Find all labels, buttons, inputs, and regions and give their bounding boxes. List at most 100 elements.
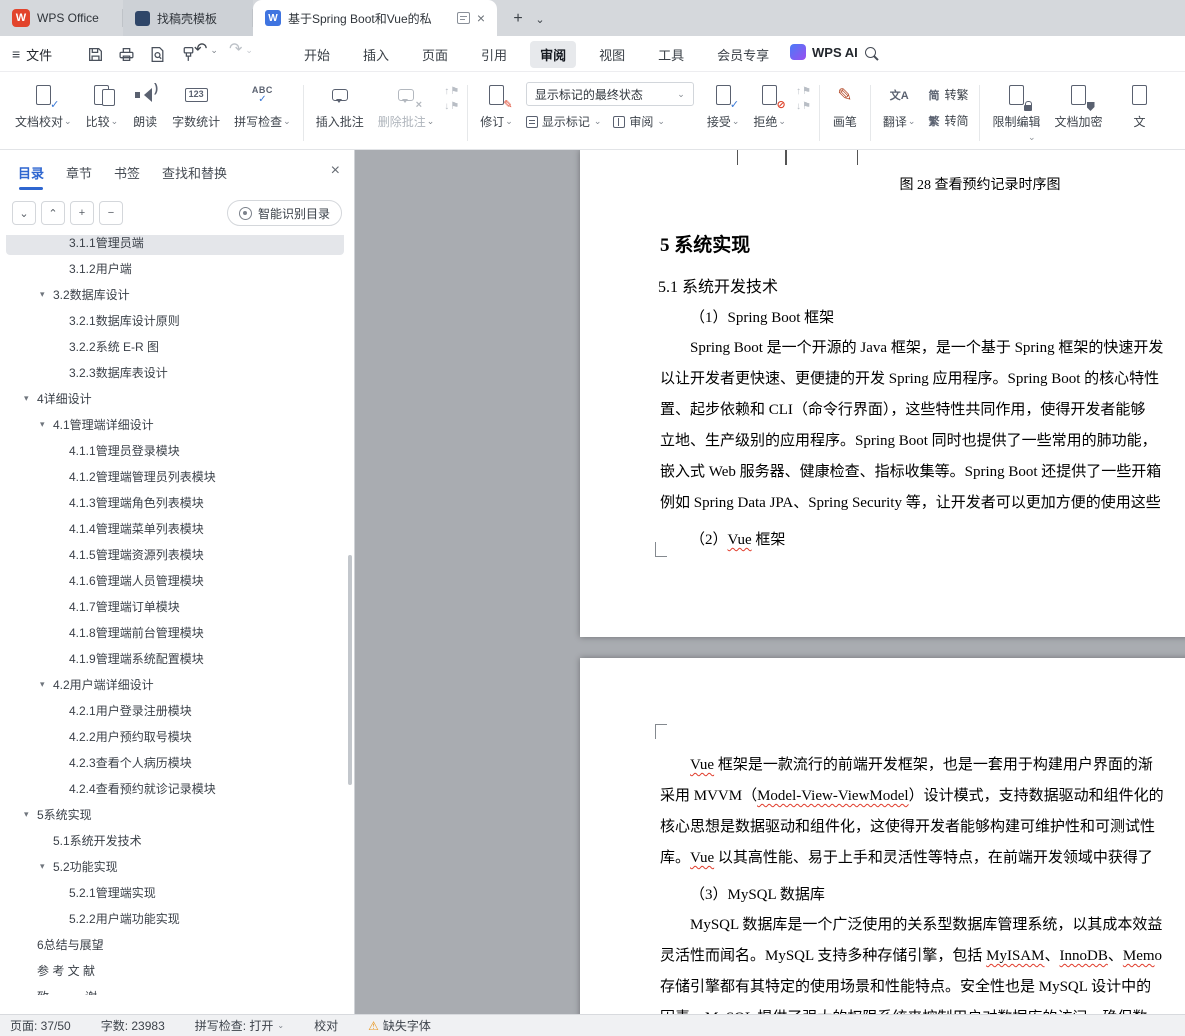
collapse-all-button[interactable]: ⌃ [41, 201, 65, 225]
sidebar-tab-catalog[interactable]: 目录 [18, 163, 44, 190]
menu-tab-view[interactable]: 视图 [589, 41, 635, 68]
toc-item[interactable]: 4.1.3管理端角色列表模块 [6, 489, 344, 515]
zoom-in-level-button[interactable]: + [70, 201, 94, 225]
close-tab-icon[interactable]: × [477, 11, 485, 25]
review-pane-button[interactable]: 审阅 ⌄ [613, 113, 665, 130]
toc-item[interactable]: 致 谢 [6, 983, 344, 996]
document-page-38[interactable]: Vue 框架是一款流行的前端开发框架，也是一套用于构建用户界面的渐 采用 MVVM… [580, 658, 1185, 1014]
sidebar-tab-chapters[interactable]: 章节 [66, 163, 92, 190]
show-markup-button[interactable]: 显示标记 ⌄ [525, 113, 601, 130]
next-comment-icon[interactable]: ↓ ⚑ [444, 102, 459, 112]
toc-item[interactable]: 4.2.1用户登录注册模块 [6, 697, 344, 723]
clipped-ribbon-button[interactable]: 文 [1110, 77, 1170, 134]
toc-item[interactable]: 4.1.4管理端菜单列表模块 [6, 515, 344, 541]
toc-item[interactable]: 4.1.6管理端人员管理模块 [6, 567, 344, 593]
previous-revision-icon[interactable]: ↑ ⚑ [796, 87, 811, 97]
compare-button[interactable]: 比较 ⌄ [79, 77, 126, 134]
document-page-37[interactable]: 图 28 查看预约记录时序图 5 系统实现 5.1 系统开发技术 （1）Spri… [580, 150, 1185, 637]
toc-item[interactable]: 4.1.2管理端管理员列表模块 [6, 463, 344, 489]
sidebar-scrollbar[interactable] [348, 555, 352, 785]
ribbon-more-icon[interactable]: ⌄ [1028, 132, 1036, 143]
toc-item[interactable]: 5.2.2用户端功能实现 [6, 905, 344, 931]
file-menu-button[interactable]: ≡ 文件 [12, 43, 52, 65]
toc-item[interactable]: 5.1系统开发技术 [6, 827, 344, 853]
proofread-button[interactable]: 校对 [314, 1017, 338, 1034]
print-icon[interactable] [115, 44, 137, 64]
toc-item[interactable]: 3.2.2系统 E-R 图 [6, 333, 344, 359]
search-button[interactable] [864, 46, 880, 65]
toc-item[interactable]: 4.1.7管理端订单模块 [6, 593, 344, 619]
toc-item[interactable]: 6总结与展望 [6, 931, 344, 957]
toc-collapse-icon[interactable]: ▾ [40, 861, 53, 872]
sidebar-tab-find-replace[interactable]: 查找和替换 [162, 163, 227, 190]
toc-collapse-icon[interactable]: ▾ [24, 393, 37, 404]
toc-item[interactable]: 4.2.4查看预约就诊记录模块 [6, 775, 344, 801]
toc-item[interactable]: 3.2.1数据库设计原则 [6, 307, 344, 333]
toc-collapse-icon[interactable]: ▾ [24, 809, 37, 820]
translate-button[interactable]: 文A 翻译 ⌄ [876, 77, 923, 134]
toc-item[interactable]: ▾ 4.2用户端详细设计 [6, 671, 344, 697]
save-icon[interactable] [84, 44, 106, 64]
to-traditional-button[interactable]: 简转繁 [928, 86, 968, 103]
delete-comment-button[interactable]: × 删除批注 ⌄ [371, 77, 442, 134]
page-indicator[interactable]: 页面: 37/50 [10, 1017, 71, 1034]
toc-item[interactable]: 4.1.5管理端资源列表模块 [6, 541, 344, 567]
expand-all-button[interactable]: ⌄ [12, 201, 36, 225]
toc-item[interactable]: 4.2.3查看个人病历模块 [6, 749, 344, 775]
sidebar-tab-bookmarks[interactable]: 书签 [114, 163, 140, 190]
menu-tab-page[interactable]: 页面 [412, 41, 458, 68]
encrypt-doc-button[interactable]: 文档加密 [1048, 77, 1110, 134]
toc-collapse-icon[interactable]: ▾ [40, 289, 53, 300]
sidebar-close-icon[interactable]: × [331, 162, 340, 180]
missing-font-warning[interactable]: ⚠ 缺失字体 [368, 1017, 431, 1034]
document-canvas[interactable]: 图 28 查看预约记录时序图 5 系统实现 5.1 系统开发技术 （1）Spri… [355, 150, 1185, 1014]
toc-item[interactable]: ▾ 3.2数据库设计 [6, 281, 344, 307]
toc-item[interactable]: 4.2.2用户预约取号模块 [6, 723, 344, 749]
toc-item[interactable]: 4.1.9管理端系统配置模块 [6, 645, 344, 671]
word-count-indicator[interactable]: 字数: 23983 [101, 1017, 165, 1034]
toc-item[interactable]: 参 考 文 献 [6, 957, 344, 983]
to-simplified-button[interactable]: 繁转简 [928, 112, 968, 129]
menu-tab-reference[interactable]: 引用 [471, 41, 517, 68]
toc-item[interactable]: 5.2.1管理端实现 [6, 879, 344, 905]
pen-button[interactable]: ✎ 画笔 [825, 77, 865, 134]
restrict-edit-button[interactable]: 限制编辑 [985, 77, 1047, 134]
redo-dropdown-icon[interactable]: ⌄ [245, 45, 253, 56]
menu-tab-insert[interactable]: 插入 [353, 41, 399, 68]
smart-toc-button[interactable]: 智能识别目录 [226, 200, 342, 226]
menu-tab-home[interactable]: 开始 [294, 41, 340, 68]
undo-icon[interactable]: ↶ [194, 42, 207, 58]
menu-tab-member[interactable]: 会员专享 [707, 41, 779, 68]
toc-item[interactable]: ▾ 4.1管理端详细设计 [6, 411, 344, 437]
tab-template[interactable]: 找稿壳模板 [123, 0, 253, 36]
toc-collapse-icon[interactable]: ▾ [40, 679, 53, 690]
menu-tab-review[interactable]: 审阅 [530, 40, 577, 68]
tab-document-active[interactable]: W 基于Spring Boot和Vue的私 × [253, 0, 497, 36]
spell-check-button[interactable]: ABC ✓ 拼写检查 ⌄ [227, 77, 298, 134]
zoom-out-level-button[interactable]: − [99, 201, 123, 225]
markup-state-select[interactable]: 显示标记的最终状态 ⌄ [525, 82, 694, 106]
menu-tab-tools[interactable]: 工具 [648, 41, 694, 68]
toc-item[interactable]: 3.1.2用户端 [6, 255, 344, 281]
next-revision-icon[interactable]: ↓ ⚑ [796, 102, 811, 112]
tab-wps-office[interactable]: W WPS Office [0, 0, 123, 36]
word-count-button[interactable]: 123 字数统计 [165, 77, 227, 134]
insert-comment-button[interactable]: 插入批注 [309, 77, 371, 134]
toc-item[interactable]: 4.1.8管理端前台管理模块 [6, 619, 344, 645]
new-tab-button[interactable]: + [505, 6, 531, 32]
toc-item[interactable]: 3.1.1管理员端 [6, 235, 344, 255]
wps-ai-button[interactable]: WPS AI [790, 44, 858, 60]
accept-change-button[interactable]: ✓ 接受 ⌄ [700, 77, 747, 134]
print-preview-icon[interactable] [146, 44, 168, 64]
toc-item[interactable]: 4.1.1管理员登录模块 [6, 437, 344, 463]
previous-comment-icon[interactable]: ↑ ⚑ [444, 87, 459, 97]
undo-dropdown-icon[interactable]: ⌄ [210, 45, 218, 56]
read-aloud-button[interactable]: ) 朗读 [125, 77, 165, 134]
toc-collapse-icon[interactable]: ▾ [40, 419, 53, 430]
toc-item[interactable]: ▾ 5系统实现 [6, 801, 344, 827]
redo-icon[interactable]: ↷ [229, 42, 242, 58]
reject-change-button[interactable]: ⊘ 拒绝 ⌄ [746, 77, 793, 134]
toc-item[interactable]: 3.2.3数据库表设计 [6, 359, 344, 385]
tab-comment-icon[interactable] [456, 12, 470, 24]
spellcheck-toggle[interactable]: 拼写检查: 打开 ⌄ [195, 1017, 284, 1034]
